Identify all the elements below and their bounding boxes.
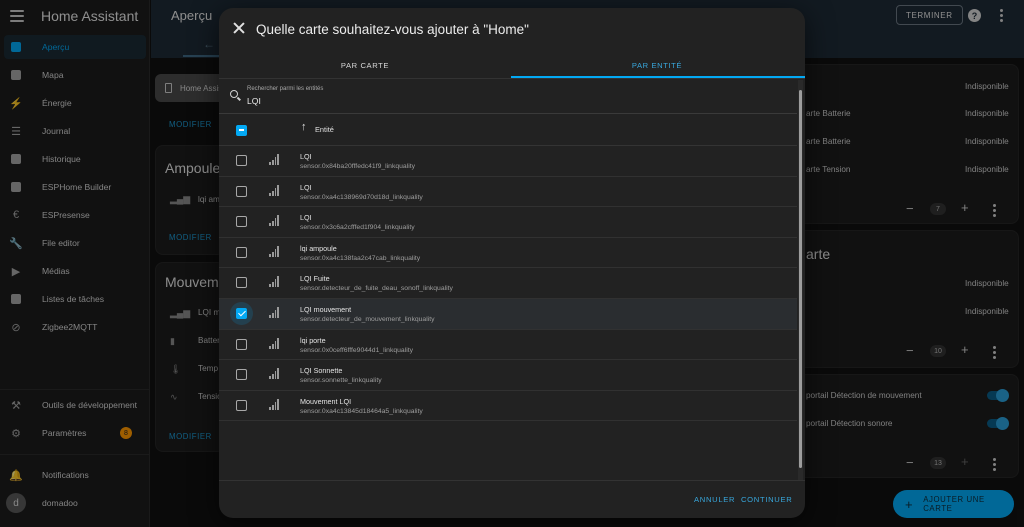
signal-icon	[269, 368, 279, 380]
arrow-up-icon[interactable]: ↑	[301, 121, 307, 133]
row-checkbox[interactable]	[236, 246, 247, 258]
row-checkbox[interactable]	[236, 155, 247, 166]
column-header-entity[interactable]: Entité	[315, 125, 334, 134]
signal-icon	[269, 306, 279, 318]
entity-name: LQI Fuite	[300, 274, 330, 284]
scrollbar[interactable]	[798, 80, 803, 480]
table-row[interactable]: LQI mouvement sensor.detecteur_de_mouveme…	[219, 298, 797, 330]
entity-name: LQI	[300, 182, 312, 192]
tab-by-entity[interactable]: PAR ENTITÉ	[511, 52, 803, 78]
signal-icon	[269, 215, 279, 227]
add-card-dialog: Quelle carte souhaitez-vous ajouter à "H…	[219, 8, 805, 518]
entity-id: sensor.0xa4c13845d18464a5_linkquality	[300, 407, 423, 415]
dialog-title: Quelle carte souhaitez-vous ajouter à "H…	[256, 22, 529, 37]
table-row[interactable]: Mouvement LQI sensor.0xa4c13845d18464a5_l…	[219, 391, 797, 422]
table-row[interactable]: LQI sensor.0x84ba20fffedc41f9_linkquality	[219, 146, 797, 177]
table-row[interactable]: lqi porte sensor.0x0ceff6fffe9044d1_linkq…	[219, 330, 797, 361]
row-checkbox[interactable]	[236, 338, 247, 350]
signal-icon	[269, 276, 279, 288]
footer-divider	[219, 480, 805, 481]
signal-icon	[269, 184, 279, 196]
select-all-checkbox[interactable]	[236, 125, 247, 136]
entity-id: sensor.0x0ceff6fffe9044d1_linkquality	[300, 346, 413, 354]
signal-icon	[269, 398, 279, 410]
entity-id: sensor.0x84ba20fffedc41f9_linkquality	[300, 163, 416, 170]
entity-name: Mouvement LQI	[300, 396, 352, 406]
tab-by-card[interactable]: PAR CARTE	[219, 52, 511, 78]
entity-id: sensor.detecteur_de_mouvement_linkqualit…	[300, 315, 435, 323]
entity-name: LQI mouvement	[300, 304, 352, 314]
search-icon	[230, 90, 238, 98]
table-row[interactable]: lqi ampoule sensor.0xa4c138faa2c47cab_lin…	[219, 238, 797, 269]
entity-name: LQI Sonnette	[300, 366, 343, 376]
dialog-tabs: PAR CARTE PAR ENTITÉ	[219, 52, 805, 78]
row-checkbox[interactable]	[236, 277, 247, 289]
row-checkbox[interactable]	[236, 369, 247, 381]
table-row[interactable]: LQI sensor.0x3c6a2cfffed1f904_linkquality	[219, 207, 797, 238]
signal-icon	[269, 245, 279, 257]
row-checkbox[interactable]	[236, 185, 247, 197]
row-checkbox[interactable]	[236, 216, 247, 228]
close-icon[interactable]	[233, 22, 245, 34]
row-checkbox[interactable]	[236, 307, 247, 319]
entity-id: sensor.0xa4c138969d70d18d_linkquality	[300, 193, 423, 201]
entity-id: sensor.detecteur_de_fuite_deau_sonoff_li…	[300, 285, 453, 293]
search-field[interactable]: Rechercher parmi les entités LQI	[219, 79, 797, 113]
continue-button[interactable]: CONTINUER	[741, 495, 792, 504]
cancel-button[interactable]: ANNULER	[694, 495, 735, 504]
search-underline	[219, 113, 797, 114]
signal-icon	[269, 154, 279, 165]
entity-name: LQI	[300, 152, 312, 161]
search-label: Rechercher parmi les entités	[247, 86, 324, 92]
row-checkbox[interactable]	[236, 399, 247, 411]
entity-name: lqi ampoule	[300, 243, 337, 253]
scrollbar-thumb[interactable]	[799, 90, 802, 468]
signal-icon	[269, 337, 279, 349]
entity-name: LQI	[300, 213, 312, 223]
table-row[interactable]: LQI Sonnette sensor.sonnette_linkquality	[219, 360, 797, 391]
entity-list: LQI sensor.0x84ba20fffedc41f9_linkquality…	[219, 146, 797, 422]
table-header: ↑ Entité	[219, 115, 797, 145]
table-row[interactable]: LQI Fuite sensor.detecteur_de_fuite_deau_…	[219, 268, 797, 299]
entity-name: lqi porte	[300, 335, 326, 345]
search-input[interactable]: LQI	[247, 96, 261, 106]
entity-id: sensor.0x3c6a2cfffed1f904_linkquality	[300, 224, 415, 232]
entity-id: sensor.0xa4c138faa2c47cab_linkquality	[300, 254, 421, 262]
table-row[interactable]: LQI sensor.0xa4c138969d70d18d_linkquality	[219, 177, 797, 208]
entity-id: sensor.sonnette_linkquality	[300, 377, 382, 385]
